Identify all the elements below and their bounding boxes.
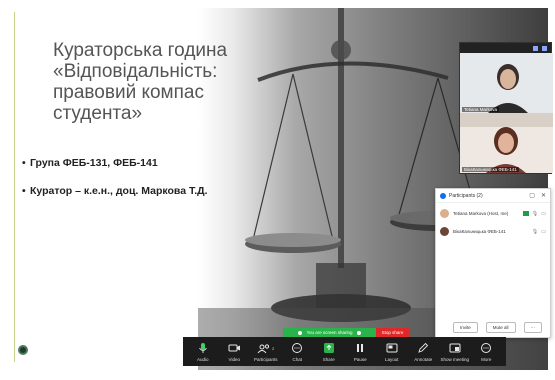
toolbar-label: Layout bbox=[384, 356, 399, 362]
avatar bbox=[440, 227, 449, 236]
view-toggle-icon[interactable] bbox=[533, 45, 538, 51]
participants-button[interactable]: 2 Participants bbox=[251, 342, 281, 362]
bullet-dot-icon: • bbox=[22, 157, 26, 169]
participant-row[interactable]: Tetiana Markova (Host, me) 🎙 ▭ bbox=[436, 206, 550, 221]
slide-title-line: студента» bbox=[53, 103, 143, 124]
participants-panel[interactable]: Participants (2) ▢ ✕ Tetiana Markova (Ho… bbox=[435, 188, 551, 338]
layout-icon bbox=[386, 343, 398, 353]
microphone-icon[interactable]: 🎙 bbox=[532, 211, 538, 217]
toolbar-label: Pause bbox=[353, 356, 367, 362]
video-tile-student[interactable]: ВікаКальницька ФЕБ-141 bbox=[460, 113, 553, 173]
meeting-toolbar: Audio Video 2 Participants Chat Share Pa… bbox=[183, 337, 506, 366]
mute-all-button[interactable]: Mute all bbox=[485, 322, 516, 333]
slide-left-rule bbox=[14, 12, 15, 362]
slide-title-line: правовий компас bbox=[53, 82, 204, 103]
bullet-text: Куратор – к.е.н., доц. Маркова Т.Д. bbox=[30, 185, 208, 197]
participant-name: Tetiana Markova (Host, me) bbox=[453, 211, 509, 216]
tile-name-label: ВікаКальницька ФЕБ-141 bbox=[462, 167, 519, 172]
slide-title-line: Кураторська година bbox=[53, 40, 228, 61]
camera-icon[interactable]: ▭ bbox=[541, 229, 546, 235]
share-options-icon[interactable] bbox=[356, 330, 361, 335]
popout-icon[interactable]: ▢ bbox=[529, 192, 535, 199]
chat-icon bbox=[292, 343, 303, 353]
slide-title-line: «Відповідальність: bbox=[53, 61, 218, 82]
stop-share-button[interactable]: Stop share bbox=[376, 328, 409, 337]
share-button[interactable]: Share bbox=[314, 342, 344, 362]
view-grid-icon[interactable] bbox=[542, 45, 547, 51]
slide-bullet-curator: • Куратор – к.е.н., доц. Маркова Т.Д. bbox=[22, 185, 208, 197]
video-button[interactable]: Video bbox=[219, 342, 249, 362]
sharing-indicator: You are screen sharing bbox=[283, 328, 376, 337]
slide-navigation-icon[interactable] bbox=[18, 345, 28, 355]
gallery-view-controls[interactable] bbox=[460, 43, 551, 53]
slide-bullet-group: • Група ФЕБ-131, ФЕБ-141 bbox=[22, 157, 158, 169]
annotate-button[interactable]: Annotate bbox=[408, 342, 438, 362]
participants-footer: Invite Mute all ··· bbox=[436, 322, 550, 333]
sharing-text: You are screen sharing bbox=[306, 330, 353, 335]
show-meeting-icon bbox=[449, 343, 461, 353]
video-gallery[interactable]: Tetiana Markova ВікаКальницька ФЕБ-141 bbox=[459, 42, 553, 174]
participant-name: ВікаКальницька ФЕБ-141 bbox=[453, 229, 506, 234]
pause-icon bbox=[357, 344, 364, 352]
participant-video-icon bbox=[460, 53, 553, 113]
toolbar-label: Share bbox=[322, 356, 335, 362]
zoom-logo-icon bbox=[440, 192, 446, 199]
microphone-icon[interactable]: 🎙 bbox=[532, 229, 538, 235]
close-icon[interactable]: ✕ bbox=[541, 192, 546, 199]
more-button[interactable]: More bbox=[471, 342, 501, 362]
camera-icon[interactable]: ▭ bbox=[541, 211, 546, 217]
more-options-button[interactable]: ··· bbox=[523, 322, 542, 333]
participant-video-icon bbox=[460, 113, 553, 173]
chat-button[interactable]: Chat bbox=[282, 342, 312, 362]
participants-header: Participants (2) ▢ ✕ bbox=[436, 189, 550, 203]
participants-icon bbox=[257, 343, 270, 353]
toolbar-label: Participants bbox=[253, 356, 278, 362]
toolbar-label: Audio bbox=[196, 356, 209, 362]
layout-button[interactable]: Layout bbox=[377, 342, 407, 362]
participants-count: 2 bbox=[272, 345, 275, 351]
toolbar-label: Chat bbox=[292, 356, 302, 362]
toolbar-label: Show meeting bbox=[440, 356, 470, 362]
toolbar-label: More bbox=[481, 356, 492, 362]
show-meeting-button[interactable]: Show meeting bbox=[440, 342, 470, 362]
participant-row[interactable]: ВікаКальницька ФЕБ-141 🎙 ▭ bbox=[436, 224, 550, 239]
slide-title: Кураторська година «Відповідальність: пр… bbox=[53, 40, 233, 124]
avatar bbox=[440, 209, 449, 218]
audio-button[interactable]: Audio bbox=[188, 342, 218, 362]
video-tile-host[interactable]: Tetiana Markova bbox=[460, 53, 553, 113]
microphone-icon bbox=[198, 343, 207, 353]
toolbar-label: Annotate bbox=[414, 356, 433, 362]
bullet-dot-icon: • bbox=[22, 185, 26, 197]
pencil-icon bbox=[418, 342, 429, 353]
screen-share-banner: You are screen sharing Stop share bbox=[283, 328, 409, 337]
share-status-icon bbox=[298, 330, 303, 335]
share-screen-icon bbox=[323, 343, 334, 353]
bullet-text: Група ФЕБ-131, ФЕБ-141 bbox=[30, 157, 158, 169]
invite-button[interactable]: Invite bbox=[452, 322, 478, 333]
toolbar-label: Video bbox=[228, 356, 240, 362]
camera-icon bbox=[228, 344, 240, 352]
more-icon bbox=[481, 343, 492, 353]
screen-share-icon bbox=[522, 211, 529, 216]
pause-share-button[interactable]: Pause bbox=[345, 342, 375, 362]
participants-title: Participants (2) bbox=[449, 192, 483, 199]
tile-name-label: Tetiana Markova bbox=[462, 107, 500, 112]
